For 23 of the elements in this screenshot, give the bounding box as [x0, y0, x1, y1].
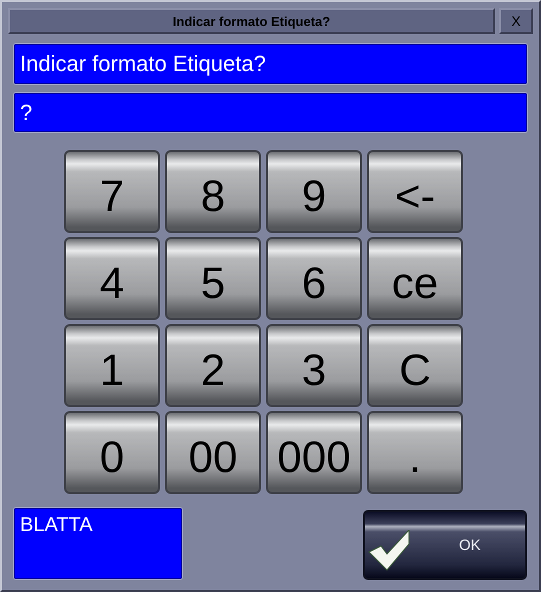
keypad-key[interactable]: 4 — [64, 237, 160, 320]
info-text: BLATTA — [14, 508, 182, 579]
keypad-key[interactable]: 5 — [165, 237, 261, 320]
keypad-key[interactable]: 2 — [165, 324, 261, 407]
window-title: Indicar formato Etiqueta? — [8, 8, 495, 34]
prompt-text: Indicar formato Etiqueta? — [14, 44, 527, 84]
keypad-key[interactable]: 00 — [165, 411, 261, 494]
keypad-key[interactable]: ce — [367, 237, 463, 320]
keypad-key[interactable]: 3 — [266, 324, 362, 407]
keypad-key[interactable]: 000 — [266, 411, 362, 494]
ok-button[interactable]: OK — [363, 510, 527, 580]
input-field[interactable]: ? — [14, 93, 527, 132]
keypad-key[interactable]: 0 — [64, 411, 160, 494]
keypad-key[interactable]: 6 — [266, 237, 362, 320]
keypad-key[interactable]: 8 — [165, 150, 261, 233]
keypad-key[interactable]: C — [367, 324, 463, 407]
keypad-key[interactable]: . — [367, 411, 463, 494]
keypad-key[interactable]: 1 — [64, 324, 160, 407]
keypad-key[interactable]: 7 — [64, 150, 160, 233]
checkmark-icon — [367, 530, 411, 572]
keypad-key[interactable]: 9 — [266, 150, 362, 233]
keypad-key[interactable]: <- — [367, 150, 463, 233]
close-button[interactable]: X — [499, 8, 533, 34]
